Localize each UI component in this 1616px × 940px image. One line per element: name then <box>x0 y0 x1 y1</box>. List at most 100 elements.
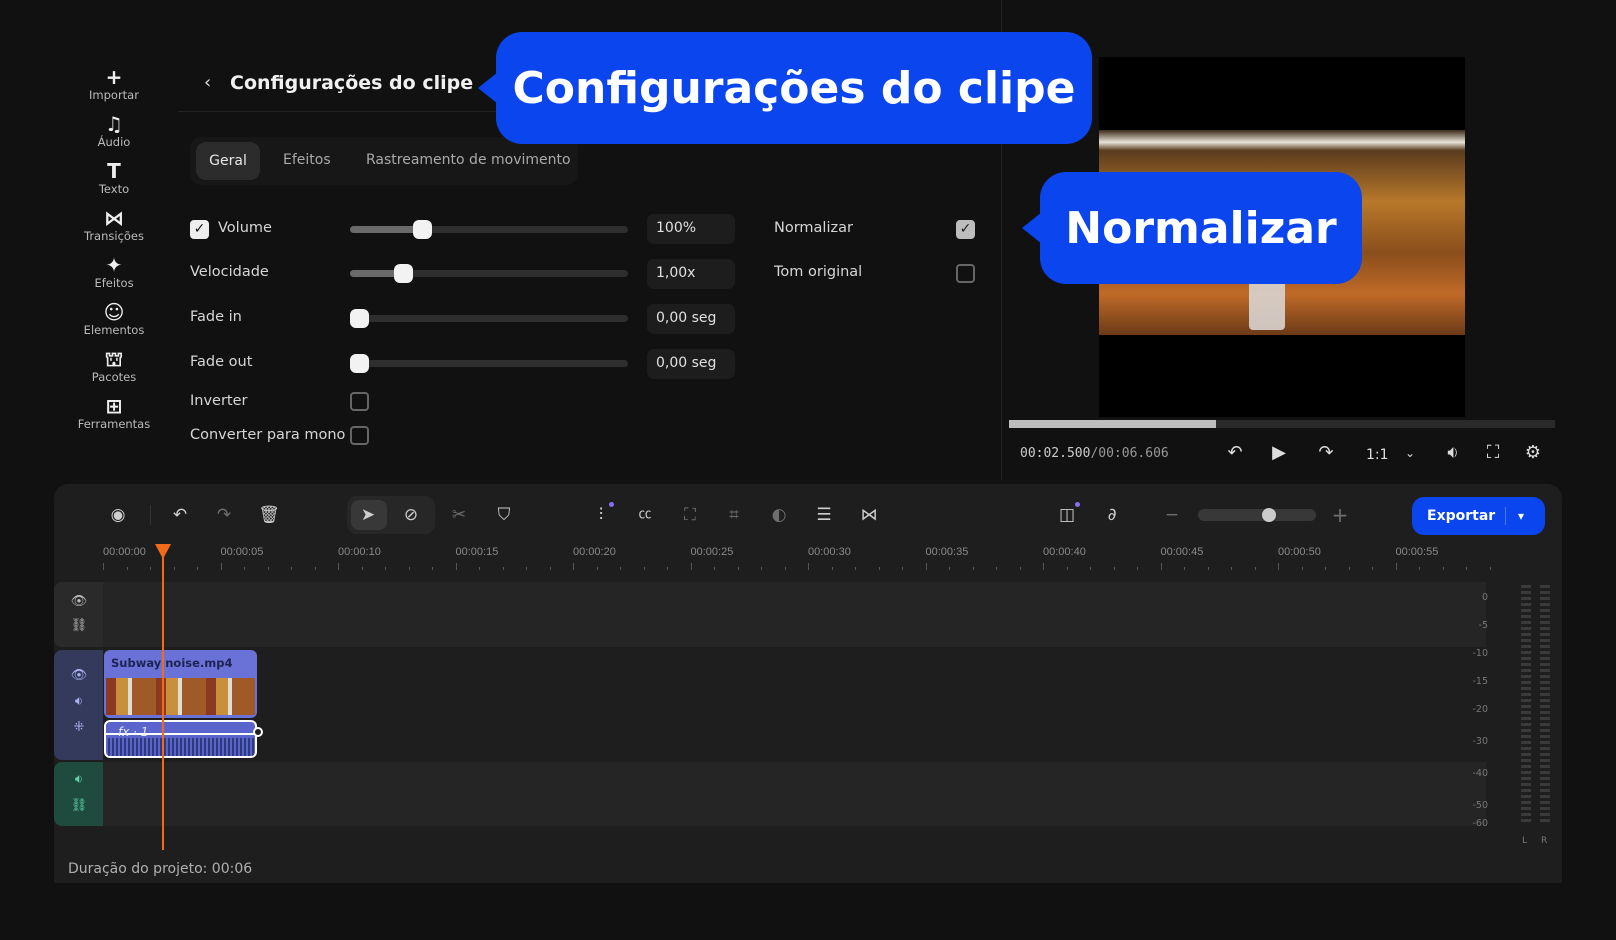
back-chevron-icon[interactable]: ‹ <box>204 72 211 93</box>
ruler-label: 00:00:05 <box>220 546 264 558</box>
volume-slider[interactable] <box>350 220 628 239</box>
sparkle-icon: ✦ <box>105 253 123 277</box>
music-note-icon: ♫ <box>105 112 123 136</box>
meter-label: 0 <box>1481 592 1488 603</box>
track-1[interactable] <box>103 582 1486 647</box>
audio-clip[interactable]: fx · 1 <box>104 720 257 758</box>
fade-out-slider[interactable] <box>350 354 628 373</box>
fade-out-slider-knob[interactable] <box>350 354 369 373</box>
sidebar-item-texto[interactable]: T Texto <box>72 160 156 196</box>
ruler-tick <box>314 567 316 570</box>
ruler-tick <box>1278 563 1279 570</box>
zoom-in-icon[interactable]: + <box>1327 502 1353 528</box>
volume-icon[interactable]: 🔉︎ <box>1440 442 1466 463</box>
rewind-1s-icon[interactable]: ↶ <box>1222 442 1248 463</box>
zoom-slider-knob[interactable] <box>1261 508 1276 522</box>
shield-icon[interactable]: ⛉ <box>491 502 517 528</box>
mono-label: Converter para mono <box>190 427 346 443</box>
chevron-down-icon[interactable]: ⌄ <box>1397 446 1423 460</box>
volume-label: Volume <box>218 220 272 236</box>
sidebar-item-efeitos[interactable]: ✦ Efeitos <box>72 254 156 290</box>
volume-checkbox[interactable]: ✓ <box>190 220 209 239</box>
sidebar-item-importar[interactable]: + Importar <box>72 66 156 102</box>
speed-value[interactable]: 1,00x <box>647 259 735 289</box>
ruler-label: 00:00:45 <box>1160 546 1204 558</box>
eye-icon[interactable]: 👁︎ <box>68 668 90 683</box>
chevron-down-icon[interactable]: ▾ <box>1518 497 1524 535</box>
track-2[interactable] <box>103 650 1486 760</box>
focus-icon[interactable]: ⛶ <box>677 502 703 528</box>
ruler-tick <box>620 567 621 570</box>
tab-geral[interactable]: Geral <box>196 142 260 180</box>
undo-icon[interactable]: ↶ <box>167 502 193 528</box>
track-2-header: 👁︎ 🔉︎ ⁜ <box>54 650 103 760</box>
mono-checkbox[interactable] <box>350 426 369 445</box>
ruler-tick <box>1348 567 1350 570</box>
fade-in-value[interactable]: 0,00 seg <box>647 304 735 334</box>
audio-effect-icon[interactable]: ⁜ <box>68 720 90 735</box>
zoom-out-icon[interactable]: − <box>1159 502 1185 528</box>
track-3-header: 🔉︎ ⛓︎ <box>54 762 103 826</box>
magnet-icon[interactable]: ∂ <box>1099 502 1125 528</box>
ruler-tick <box>996 567 997 570</box>
gear-icon[interactable]: ⚙ <box>1520 442 1546 463</box>
speed-slider-knob[interactable] <box>393 264 413 283</box>
fade-out-value[interactable]: 0,00 seg <box>647 349 735 379</box>
sidebar-item-ferramentas[interactable]: ⊞ Ferramentas <box>72 395 156 431</box>
invert-checkbox[interactable] <box>350 392 369 411</box>
sidebar-item-elementos[interactable]: ☺ Elementos <box>72 301 156 337</box>
sidebar-item-transições[interactable]: ⋈ Transições <box>72 207 156 243</box>
adjust-icon[interactable]: ☰ <box>811 502 837 528</box>
ruler-label: 00:00:35 <box>925 546 969 558</box>
ruler-tick <box>902 567 903 570</box>
fullscreen-icon[interactable]: ⛶ <box>1480 442 1506 463</box>
tab-efeitos[interactable]: Efeitos <box>283 152 331 168</box>
transition-icon[interactable]: ⋈ <box>856 502 882 528</box>
sidebar-item-áudio[interactable]: ♫ Áudio <box>72 113 156 149</box>
ruler-tick <box>1442 567 1444 570</box>
export-button[interactable]: Exportar ▾ <box>1412 497 1545 535</box>
captions-icon[interactable]: ㏄ <box>632 502 658 528</box>
sidebar-item-pacotes[interactable]: ⛫ Pacotes <box>72 348 156 384</box>
speed-slider[interactable] <box>350 264 628 283</box>
crop-icon[interactable]: ⌗ <box>721 502 747 528</box>
ruler-tick <box>479 567 480 570</box>
link-icon[interactable]: ⛓︎ <box>68 618 90 633</box>
unlink-icon[interactable]: ⛓︎ <box>68 798 90 813</box>
play-icon[interactable]: ▶ <box>1266 442 1292 463</box>
transition-icon: ⋈ <box>104 206 124 230</box>
ruler-tick <box>925 563 927 570</box>
volume-icon[interactable]: 🔉︎ <box>68 772 90 787</box>
meter-right <box>1540 585 1550 825</box>
zoom-slider[interactable] <box>1198 508 1316 522</box>
track-3[interactable] <box>103 762 1486 826</box>
playhead-line <box>162 550 164 850</box>
forward-1s-icon[interactable]: ↷ <box>1313 442 1339 463</box>
scissors-icon[interactable]: ✂ <box>446 502 472 528</box>
slip-tool-icon[interactable]: ⊘ <box>398 502 424 528</box>
fade-in-slider[interactable] <box>350 309 628 328</box>
playback-progress[interactable] <box>1009 420 1555 428</box>
fade-handle[interactable] <box>253 727 263 737</box>
normalize-checkbox[interactable]: ✓ <box>956 220 975 239</box>
color-icon[interactable]: ◐ <box>766 502 792 528</box>
ruler-label: 00:00:10 <box>338 546 381 558</box>
trash-icon[interactable]: 🗑︎ <box>256 502 282 528</box>
aspect-ratio-select[interactable]: 1:1 <box>1366 447 1389 463</box>
normalize-label: Normalizar <box>774 220 853 236</box>
meter-label: -60 <box>1472 818 1488 829</box>
sidebar-item-label: Efeitos <box>94 276 134 290</box>
video-clip[interactable]: Subway noise.mp4 <box>104 650 257 718</box>
pointer-icon[interactable]: ➤ <box>355 502 381 528</box>
fade-in-slider-knob[interactable] <box>350 309 369 328</box>
redo-icon[interactable]: ↷ <box>211 502 237 528</box>
eye-icon[interactable]: 👁︎ <box>68 594 90 609</box>
record-icon[interactable]: ◉ <box>105 502 131 528</box>
volume-slider-knob[interactable] <box>413 220 433 239</box>
volume-icon[interactable]: 🔉︎ <box>68 694 90 709</box>
tab-rastreamento[interactable]: Rastreamento de movimento <box>366 152 571 168</box>
original-pitch-checkbox[interactable] <box>956 264 975 283</box>
volume-value[interactable]: 100% <box>647 214 735 244</box>
speed-label: Velocidade <box>190 264 269 280</box>
playhead-handle[interactable] <box>155 544 171 559</box>
